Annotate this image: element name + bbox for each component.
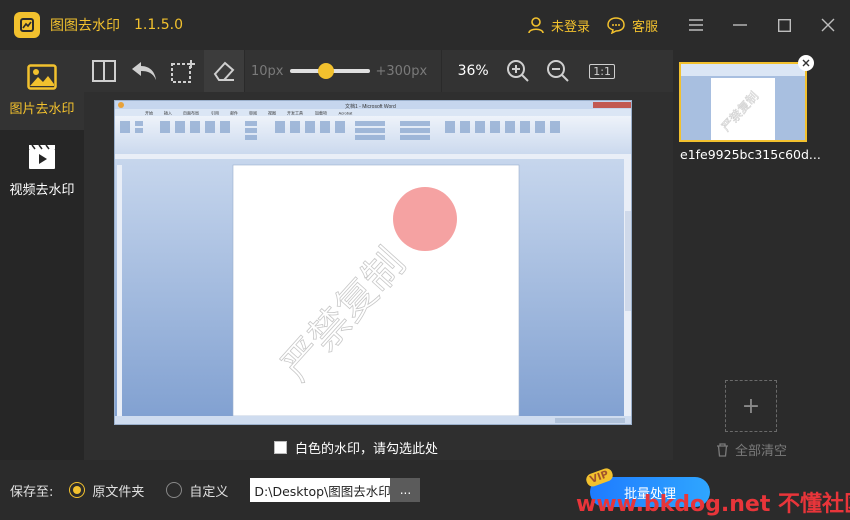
eraser-button[interactable] (204, 50, 244, 92)
split-view-icon (92, 60, 116, 82)
actual-size-label: 1:1 (589, 63, 615, 79)
brush-size-min: 10px (251, 63, 284, 79)
zoom-out-button[interactable] (538, 50, 578, 92)
sidebar-item-label: 图片去水印 (9, 101, 75, 117)
white-watermark-label: 白色的水印，请勾选此处 (295, 442, 439, 457)
word-title: 文档1 - Microsoft Word (345, 103, 396, 110)
editor-toolbar: 10px +300px 36% 1:1 (84, 50, 673, 92)
actual-size-button[interactable]: 1:1 (578, 50, 626, 92)
save-to-label: 保存至: (10, 484, 54, 500)
word-tab: 页面布局 (183, 110, 199, 116)
close-button[interactable] (806, 0, 850, 50)
user-icon (528, 17, 544, 34)
custom-folder-radio[interactable] (166, 482, 183, 498)
select-rect-icon (171, 60, 195, 83)
chat-icon (607, 17, 625, 34)
file-list-panel: 严禁复制 e1fe9925bc315c60d... + 全部清空 (673, 50, 850, 460)
undo-button[interactable] (124, 50, 164, 92)
close-icon (802, 59, 810, 67)
clear-all-button[interactable]: 全部清空 (716, 440, 787, 459)
word-tab: 开始 (145, 110, 153, 116)
undo-icon (132, 62, 156, 80)
file-thumbnail[interactable]: 严禁复制 (679, 62, 807, 142)
word-tab: 审阅 (249, 110, 257, 116)
minimize-button[interactable] (718, 0, 762, 50)
word-tab: Acrobat (339, 111, 354, 116)
word-tab: 引用 (211, 110, 219, 116)
sidebar-item-label: 视频去水印 (9, 182, 75, 198)
add-file-button[interactable]: + (725, 380, 777, 432)
app-name: 图图去水印 (50, 18, 120, 34)
maximize-button[interactable] (762, 0, 806, 50)
zoom-in-icon (507, 60, 529, 82)
save-path-field[interactable]: D:\Desktop\图图去水印 (250, 478, 391, 502)
menu-button[interactable] (674, 0, 718, 50)
toolbar-divider (441, 50, 443, 92)
white-watermark-checkbox[interactable] (274, 441, 287, 454)
editing-image[interactable]: 文档1 - Microsoft Word 开始 插入 页面布局 引用 邮件 审阅 视图 开发工… (114, 100, 632, 425)
customer-service-button[interactable]: 客服 (606, 16, 658, 35)
bottom-bar: 保存至: 原文件夹 自定义 D:\Desktop\图图去水印 ... 批量处理 … (0, 460, 850, 520)
toolbar-divider (244, 50, 245, 92)
clear-all-label: 全部清空 (735, 444, 788, 459)
sidebar-item-video-watermark[interactable]: 视频去水印 (0, 130, 84, 210)
app-version: 1.1.5.0 (134, 17, 183, 33)
maximize-icon (777, 18, 791, 32)
word-tab: 插入 (164, 110, 172, 116)
remove-file-button[interactable] (798, 55, 814, 71)
browse-button[interactable]: ... (390, 478, 421, 502)
minimize-icon (733, 24, 747, 26)
original-folder-radio[interactable] (69, 482, 86, 498)
slider-knob[interactable] (317, 63, 334, 79)
word-tab: 加载项 (315, 110, 327, 116)
compare-button[interactable] (84, 50, 124, 92)
canvas-area: 文档1 - Microsoft Word 开始 插入 页面布局 引用 邮件 审阅 视图 开发工… (84, 92, 673, 460)
trash-icon (717, 442, 728, 457)
sidebar: 图片去水印 视频去水印 (0, 50, 84, 460)
zoom-in-button[interactable] (498, 50, 538, 92)
close-icon (821, 18, 835, 32)
video-icon (29, 144, 55, 169)
sidebar-item-image-watermark[interactable]: 图片去水印 (0, 50, 84, 130)
eraser-icon (213, 61, 235, 81)
login-button[interactable]: 未登录 (527, 16, 590, 35)
hamburger-icon (689, 19, 703, 31)
white-watermark-option[interactable]: 白色的水印，请勾选此处 (274, 438, 438, 457)
word-tab: 邮件 (230, 110, 238, 116)
image-icon (27, 63, 57, 90)
zoom-out-icon (547, 60, 569, 82)
file-name: e1fe9925bc315c60d... (680, 147, 821, 162)
plus-icon: + (741, 393, 761, 419)
site-watermark: www.bkdog.net 不懂社区 (576, 492, 850, 517)
thumbnail-image: 严禁复制 (681, 64, 805, 140)
brush-size-max: +300px (375, 63, 428, 79)
title-bar: 图图去水印 1.1.5.0 未登录 客服 (0, 0, 850, 50)
select-area-button[interactable] (164, 50, 204, 92)
word-tab: 视图 (268, 110, 276, 116)
app-logo-icon (14, 12, 40, 38)
custom-folder-label[interactable]: 自定义 (189, 481, 228, 500)
word-screenshot: 文档1 - Microsoft Word 开始 插入 页面布局 引用 邮件 审阅 视图 开发工… (115, 101, 631, 424)
word-tab: 开发工具 (287, 110, 303, 116)
brush-size-slider[interactable] (289, 63, 370, 79)
original-folder-label[interactable]: 原文件夹 (92, 481, 144, 500)
zoom-level: 36% (457, 63, 489, 79)
login-label: 未登录 (550, 19, 590, 35)
service-label: 客服 (631, 19, 658, 35)
